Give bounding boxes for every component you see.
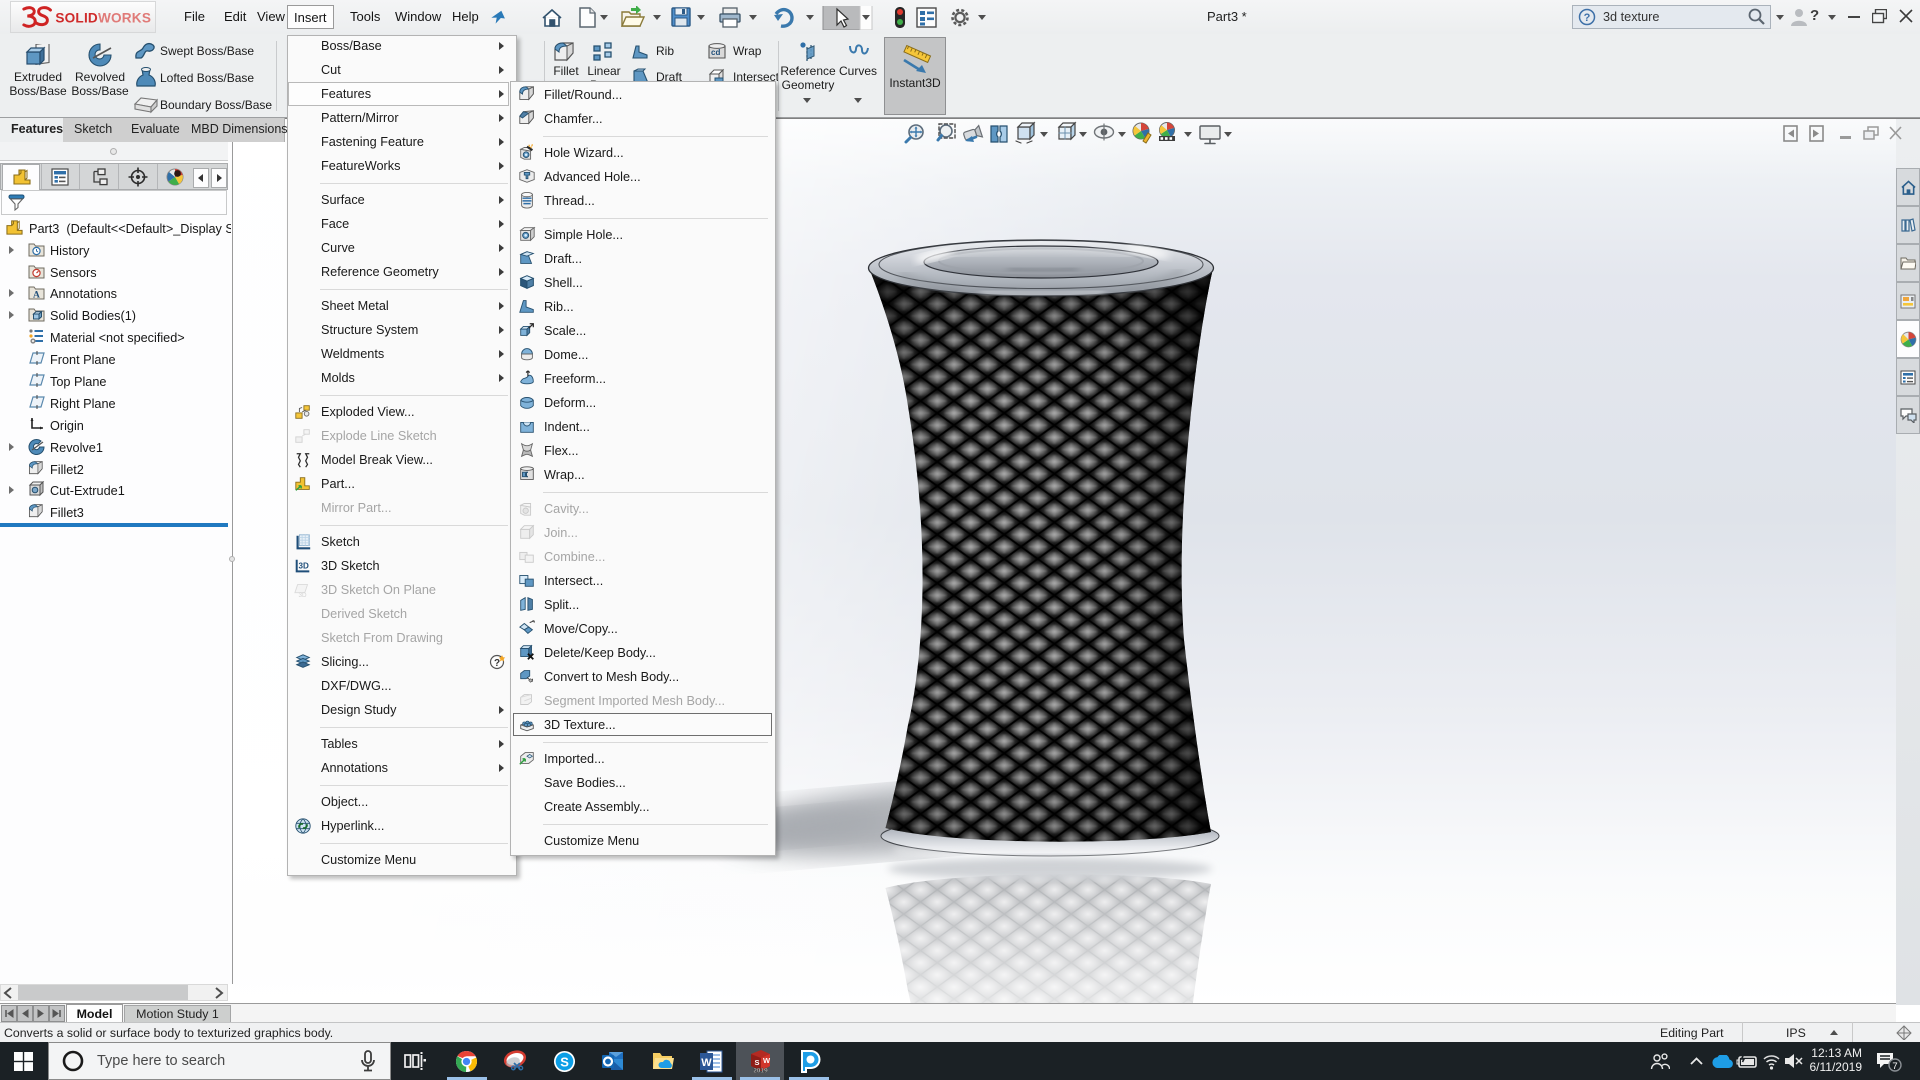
svg-text:A: A [33, 291, 40, 301]
svg-text:W: W [701, 1057, 712, 1069]
svg-text:2019: 2019 [753, 1068, 768, 1075]
svg-text:S: S [755, 1058, 760, 1067]
svg-text:7: 7 [1892, 1061, 1897, 1072]
svg-text:SOLIDWORKS: SOLIDWORKS [55, 10, 151, 25]
svg-text:cd: cd [711, 48, 720, 57]
svg-text:S: S [560, 1054, 569, 1069]
svg-text:?: ? [1584, 12, 1591, 24]
svg-text:?: ? [494, 658, 500, 669]
svg-text:W: W [763, 1056, 771, 1065]
